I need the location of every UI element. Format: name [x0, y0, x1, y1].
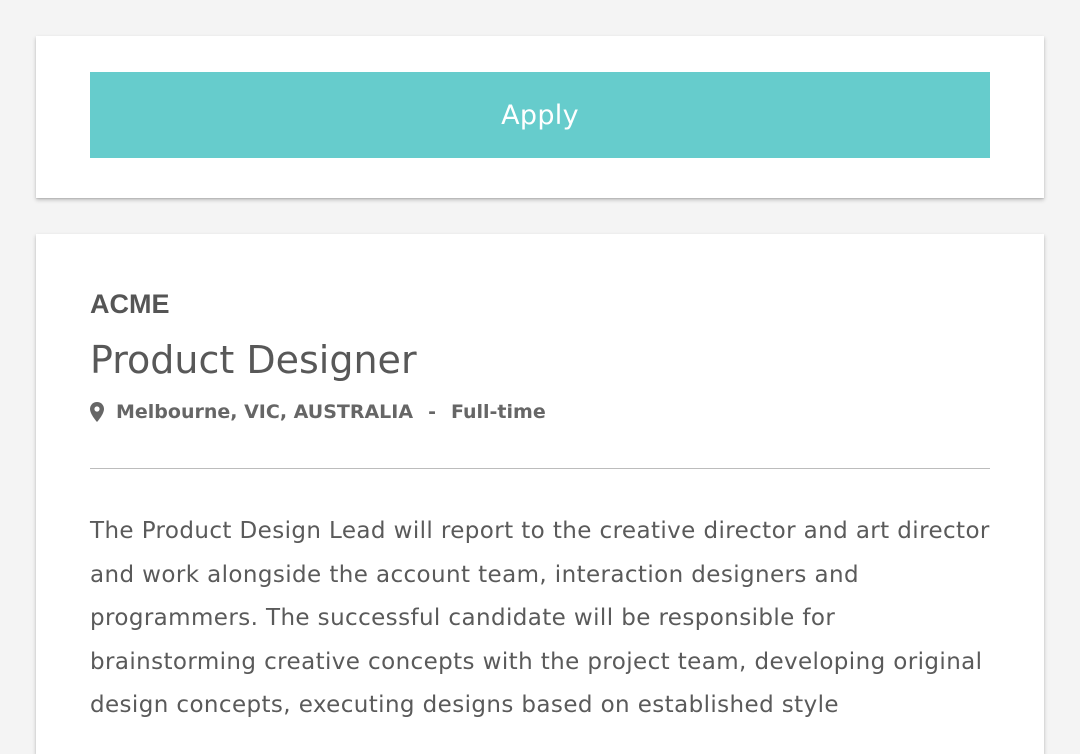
- apply-button[interactable]: Apply: [90, 72, 990, 158]
- job-meta: Melbourne, VIC, AUSTRALIA - Full-time: [90, 399, 990, 425]
- job-location: Melbourne, VIC, AUSTRALIA: [116, 401, 414, 423]
- employment-type: Full-time: [450, 401, 546, 423]
- job-title: Product Designer: [90, 338, 417, 382]
- divider: [90, 468, 990, 469]
- map-pin-icon: [90, 402, 104, 422]
- apply-card: Apply: [36, 36, 1044, 198]
- job-description: The Product Design Lead will report to t…: [90, 518, 990, 718]
- meta-separator: -: [428, 401, 436, 423]
- company-name: ACME: [90, 289, 170, 319]
- job-details-card: ACME Product Designer Melbourne, VIC, AU…: [36, 234, 1044, 754]
